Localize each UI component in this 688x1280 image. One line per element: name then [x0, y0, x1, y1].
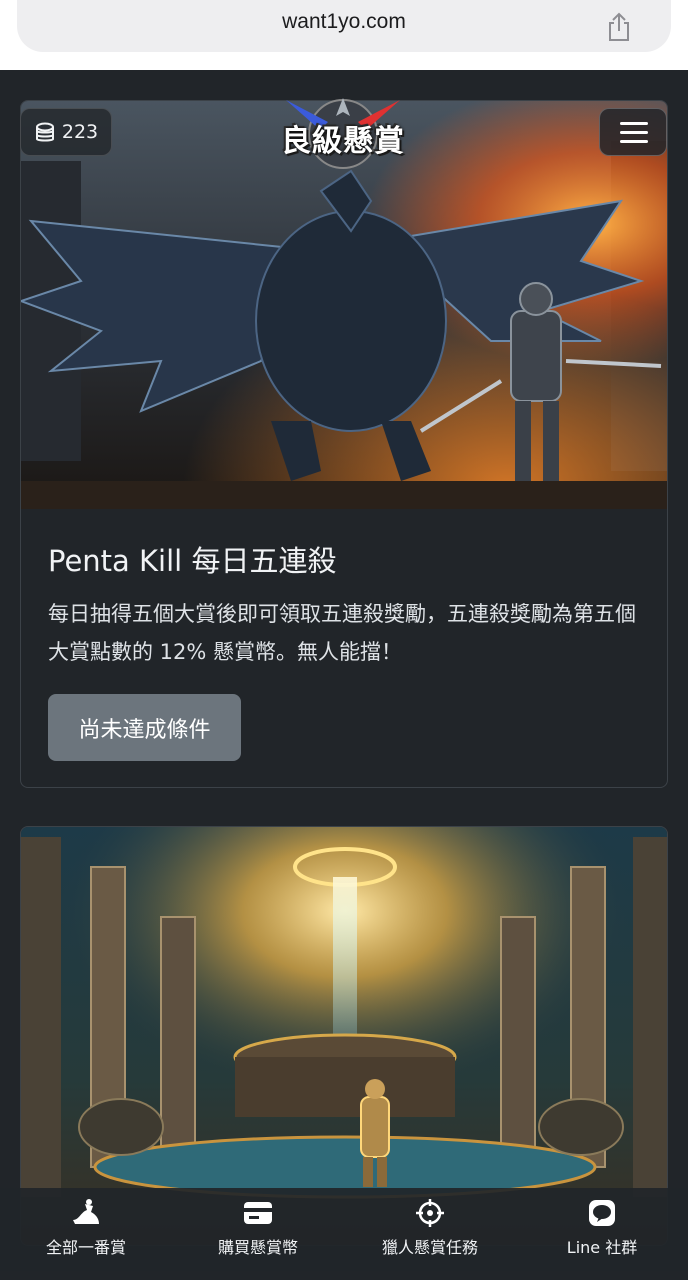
bottom-navigation: 全部一番賞 購買懸賞幣 獵人懸賞任務 Line 社群	[0, 1188, 688, 1280]
url-text: want1yo.com	[282, 10, 406, 33]
nav-line-community[interactable]: Line 社群	[516, 1188, 688, 1280]
site-logo[interactable]: 良級懸賞	[258, 90, 428, 176]
nav-buy-coins[interactable]: 購買懸賞幣	[172, 1188, 344, 1280]
crosshair-icon	[416, 1199, 444, 1227]
coin-balance[interactable]: 223	[20, 108, 112, 156]
nav-hunter-missions[interactable]: 獵人懸賞任務	[344, 1188, 516, 1280]
coin-count: 223	[61, 121, 99, 143]
browser-bar: want1yo.com	[0, 0, 688, 70]
line-icon	[589, 1200, 615, 1226]
penta-kill-card: Penta Kill 每日五連殺 每日抽得五個大賞後即可領取五連殺獎勵，五連殺獎…	[20, 100, 668, 788]
nav-label: 全部一番賞	[45, 1238, 126, 1257]
menu-icon	[620, 122, 648, 125]
ichiban-icon	[73, 1199, 99, 1224]
card-icon	[244, 1202, 272, 1224]
menu-icon-bar	[620, 131, 648, 134]
nav-label: 獵人懸賞任務	[381, 1238, 478, 1257]
logo-text: 良級懸賞	[281, 124, 405, 159]
nav-label: 購買懸賞幣	[217, 1238, 298, 1257]
card-title: Penta Kill 每日五連殺	[48, 544, 337, 578]
url-bar[interactable]: want1yo.com	[17, 0, 671, 52]
coins-icon	[35, 122, 54, 142]
fountain-hero-image	[21, 827, 667, 1245]
card-description: 每日抽得五個大賞後即可領取五連殺獎勵，五連殺獎勵為第五個大賞點數的 12% 懸賞…	[48, 602, 636, 664]
share-icon[interactable]	[605, 12, 633, 42]
nav-label: Line 社群	[566, 1238, 638, 1257]
nav-all-ichiban[interactable]: 全部一番賞	[0, 1188, 172, 1280]
menu-icon-bar	[620, 140, 648, 143]
fountain-card	[20, 826, 668, 1246]
claim-status-button[interactable]: 尚未達成條件	[48, 694, 241, 761]
hamburger-menu-button[interactable]	[599, 108, 667, 156]
